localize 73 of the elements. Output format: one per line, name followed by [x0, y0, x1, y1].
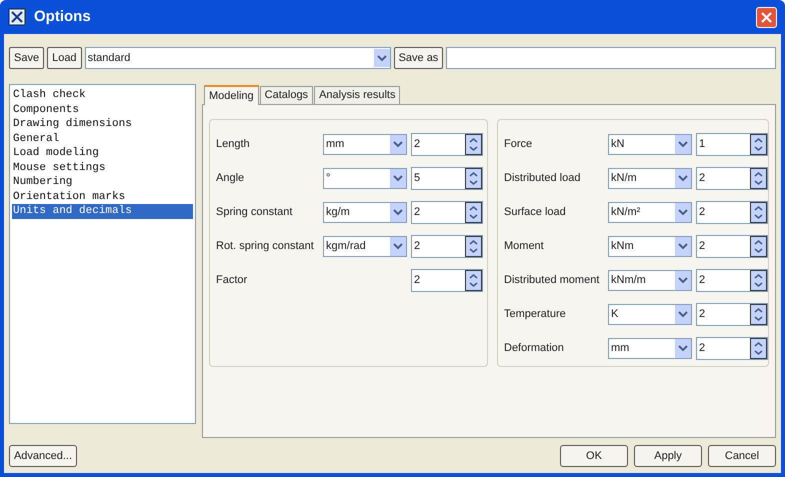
field-label: Surface load: [504, 204, 567, 220]
field-label: Deformation: [504, 340, 565, 356]
apply-button[interactable]: Apply: [634, 445, 702, 467]
ok-button[interactable]: OK: [560, 445, 628, 467]
list-item[interactable]: General: [12, 132, 193, 146]
cancel-button[interactable]: Cancel: [708, 445, 776, 467]
list-item[interactable]: Drawing dimensions: [12, 117, 193, 132]
unit-dropdown[interactable]: kgm/rad: [323, 236, 407, 256]
decimals-spinner[interactable]: 2: [696, 166, 768, 190]
field-label: Moment: [504, 238, 545, 254]
unit-dropdown[interactable]: mm: [608, 338, 692, 358]
spin-arrows-icon: [465, 236, 482, 256]
spin-arrows-icon: [750, 134, 767, 154]
decimals-spinner[interactable]: 2: [696, 302, 768, 326]
decimals-spinner[interactable]: 2: [411, 268, 483, 292]
spin-arrows-icon: [465, 134, 482, 154]
window-title: Options: [34, 6, 91, 27]
decimals-spinner[interactable]: 2: [411, 200, 483, 224]
spin-arrows-icon: [750, 304, 767, 324]
field-label: Force: [504, 136, 534, 152]
close-icon: [761, 12, 772, 22]
close-button[interactable]: [756, 6, 777, 28]
list-item[interactable]: Load modeling: [12, 146, 193, 160]
decimals-spinner[interactable]: 2: [696, 234, 768, 258]
unit-dropdown[interactable]: kNm: [608, 236, 692, 256]
tab[interactable]: Modeling: [204, 85, 259, 105]
spin-arrows-icon: [750, 202, 767, 222]
decimals-spinner[interactable]: 2: [411, 132, 483, 156]
spin-arrows-icon: [465, 270, 482, 290]
unit-dropdown[interactable]: kg/m: [323, 202, 407, 222]
spin-arrows-icon: [750, 338, 767, 358]
spin-arrows-icon: [465, 202, 482, 222]
profile-dropdown[interactable]: standard: [84, 47, 391, 69]
spin-arrows-icon: [750, 236, 767, 256]
unit-dropdown[interactable]: K: [608, 304, 692, 324]
unit-dropdown[interactable]: kN/m²: [608, 202, 692, 222]
list-item[interactable]: Orientation marks: [12, 190, 193, 204]
field-label: Distributed load: [504, 170, 582, 186]
unit-dropdown[interactable]: kN: [608, 134, 692, 154]
profile-value: standard: [86, 50, 132, 66]
unit-dropdown[interactable]: °: [323, 168, 407, 188]
spin-arrows-icon: [750, 168, 767, 188]
decimals-spinner[interactable]: 5: [411, 166, 483, 190]
list-item[interactable]: Numbering: [12, 175, 193, 190]
decimals-spinner[interactable]: 2: [696, 336, 768, 360]
spin-arrows-icon: [465, 168, 482, 188]
list-item[interactable]: Components: [12, 102, 193, 117]
decimals-spinner[interactable]: 1: [696, 132, 768, 156]
list-item[interactable]: Units and decimals: [12, 204, 193, 218]
field-label: Distributed moment: [504, 272, 600, 288]
save-as-button[interactable]: Save as: [394, 47, 444, 69]
app-icon: [8, 8, 26, 26]
spin-arrows-icon: [750, 270, 767, 290]
list-item[interactable]: Mouse settings: [12, 160, 193, 175]
field-label: Temperature: [504, 306, 567, 322]
decimals-spinner[interactable]: 2: [696, 268, 768, 292]
tab[interactable]: Analysis results: [314, 86, 400, 104]
unit-dropdown[interactable]: kNm/m: [608, 270, 692, 290]
unit-dropdown[interactable]: kN/m: [608, 168, 692, 188]
name-field[interactable]: [446, 47, 776, 69]
load-button[interactable]: Load: [47, 47, 82, 69]
field-label: Angle: [216, 170, 246, 186]
list-item[interactable]: Clash check: [12, 88, 193, 102]
decimals-spinner[interactable]: 2: [411, 234, 483, 258]
field-label: Rot. spring constant: [216, 238, 315, 254]
field-label: Factor: [216, 272, 248, 288]
tab[interactable]: Catalogs: [260, 86, 314, 104]
field-label: Length: [216, 136, 251, 152]
decimals-spinner[interactable]: 2: [696, 200, 768, 224]
advanced-button[interactable]: Advanced...: [9, 445, 77, 467]
unit-dropdown[interactable]: mm: [323, 134, 407, 154]
save-button[interactable]: Save: [9, 47, 44, 69]
field-label: Spring constant: [216, 204, 294, 220]
